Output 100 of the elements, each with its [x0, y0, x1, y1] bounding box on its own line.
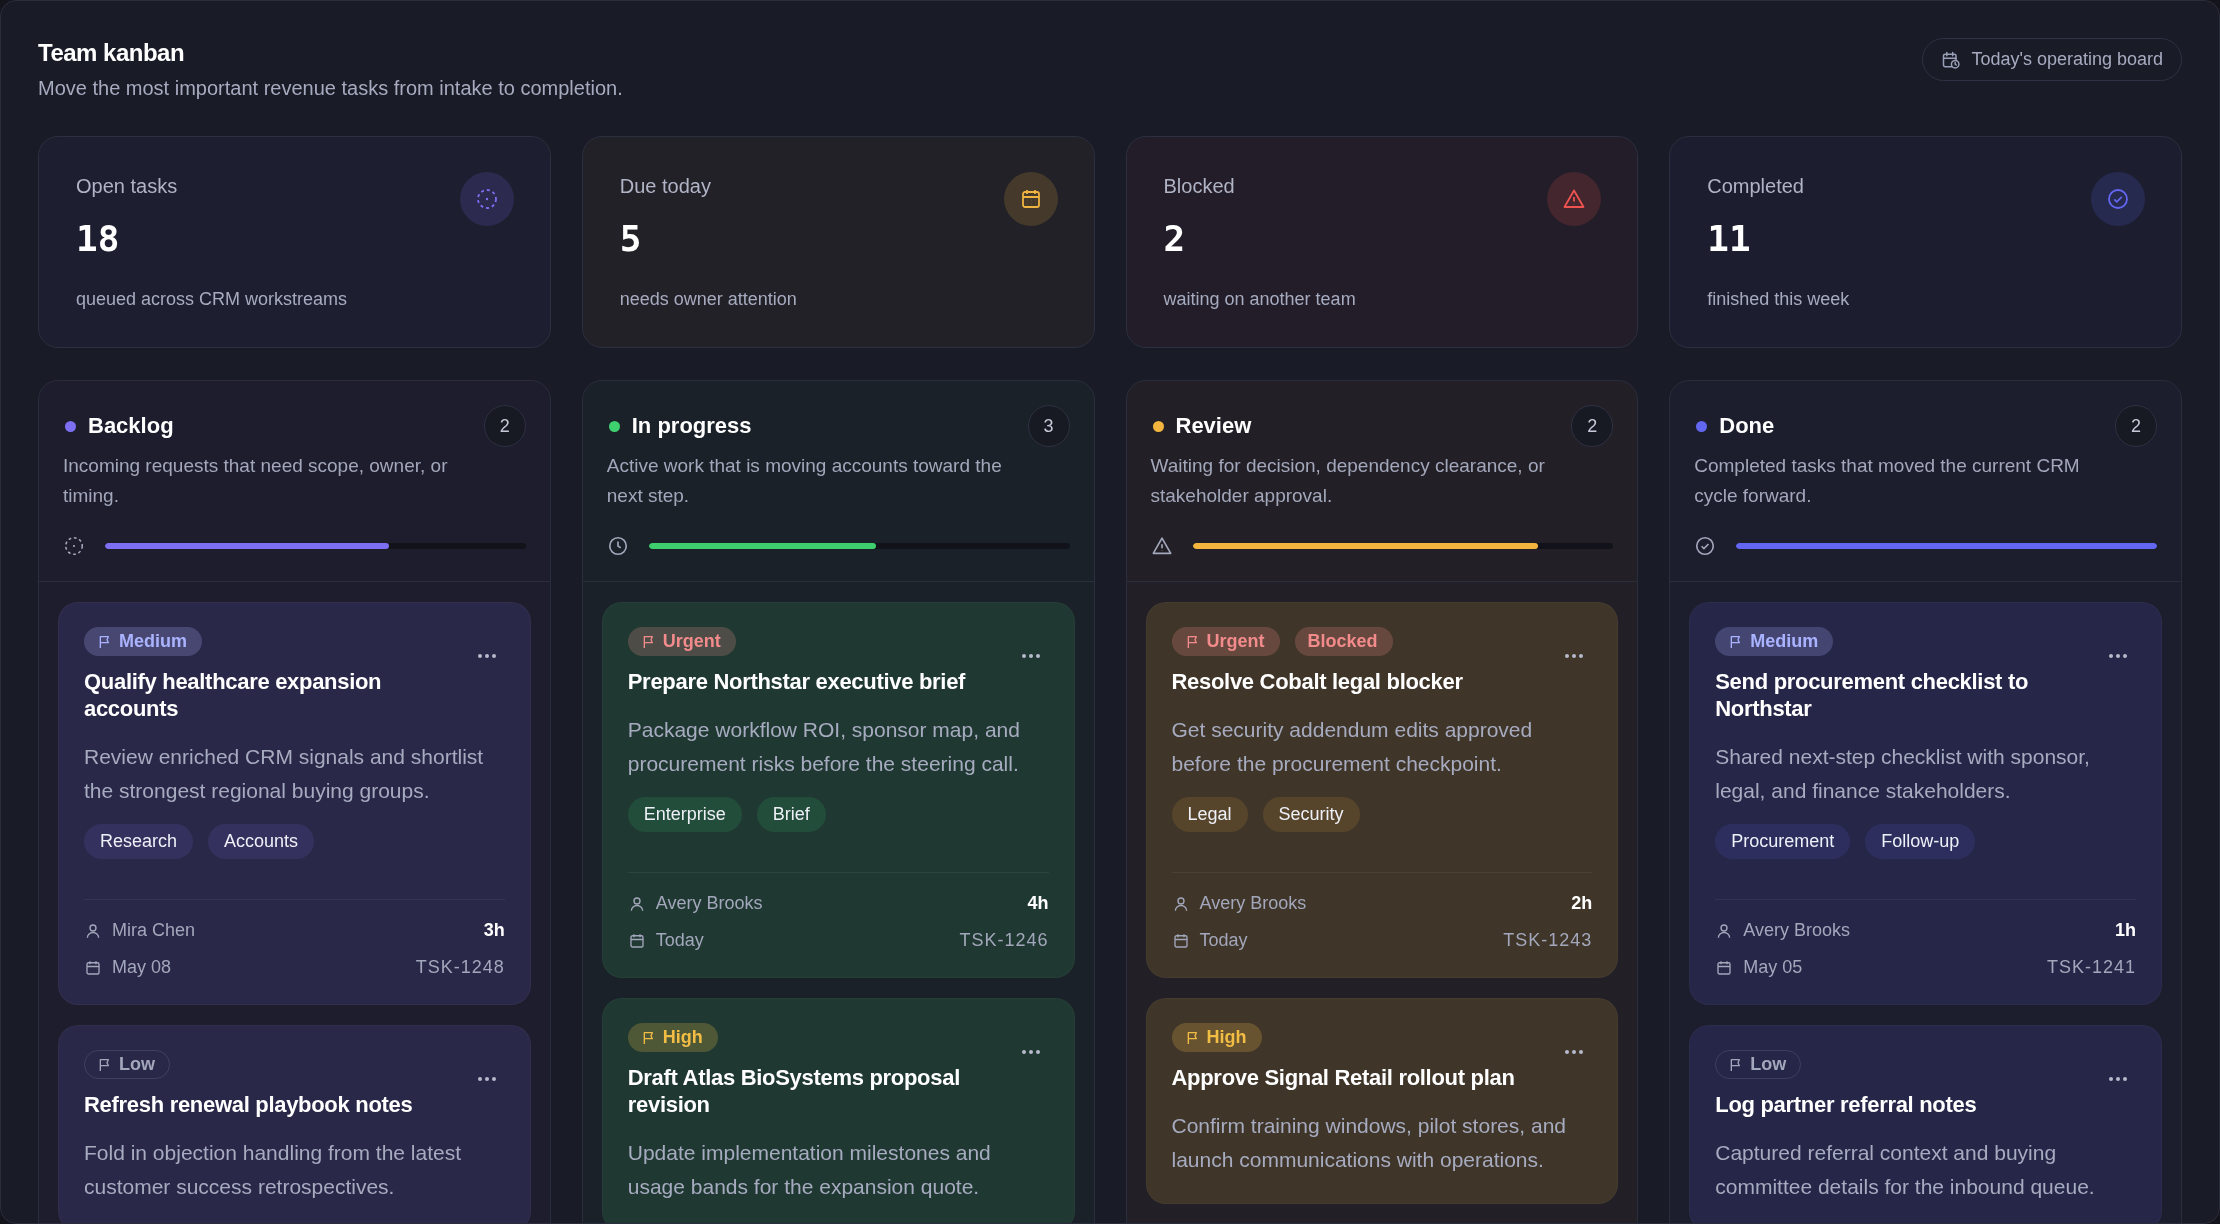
task-tag: Brief	[756, 797, 826, 832]
task-title: Resolve Cobalt legal blocker	[1171, 668, 1464, 695]
due-date: May 05	[1743, 957, 1803, 978]
due-date: Today	[655, 930, 704, 951]
task-card[interactable]: Low Refresh renewal playbook notes Fold in objection handling from the latest customer success retrospectives.	[58, 1025, 531, 1223]
task-id: TSK-1248	[415, 957, 505, 978]
calendar-icon	[1715, 958, 1734, 977]
stat-caption: needs owner attention	[619, 289, 797, 310]
column-description: Completed tasks that moved the current CRM cycle forward.	[1694, 454, 2081, 508]
task-tag: Accounts	[208, 824, 315, 859]
ellipsis-icon	[476, 653, 497, 659]
calendar-icon	[1171, 931, 1190, 950]
task-card[interactable]: High Draft Atlas BioSystems proposal revision Update implementation milestones and usage bands for the expansion quote.	[601, 998, 1075, 1223]
column-title: Review	[1175, 413, 1253, 439]
badge-label: High	[662, 1027, 703, 1048]
calendar-clock-icon	[1941, 49, 1962, 70]
task-title: Qualify healthcare expansion accounts	[84, 668, 383, 722]
task-card[interactable]: Medium Send procurement checklist to Northstar Shared next-step checklist with sponsor, legal, and finance stakeholders. Procurement Follow-up Avery Brooks 1h May 05 TSK-1241	[1689, 602, 2162, 1005]
stat-label: Due today	[619, 175, 712, 198]
task-title: Send procurement checklist to Northstar	[1715, 668, 2030, 722]
task-card[interactable]: High Approve Signal Retail rollout plan Confirm training windows, pilot stores, and launch communications with operations.	[1145, 998, 1619, 1204]
task-description: Package workflow ROI, sponsor map, and procurement risks before the steering call.	[627, 717, 1021, 777]
task-description: Shared next-step checklist with sponsor, legal, and finance stakeholders.	[1715, 744, 2091, 804]
due-date: May 08	[112, 957, 172, 978]
task-card[interactable]: Urgent Prepare Northstar executive brief Package workflow ROI, sponsor map, and procurement risks before the steering call. Enterprise Brief Avery Brooks 4h Today TSK-1246	[601, 602, 1075, 978]
stat-label: Blocked	[1163, 175, 1236, 198]
badge-label: Urgent	[662, 631, 721, 652]
check-circle-icon	[1694, 535, 1717, 557]
dashed-circle-icon	[474, 187, 499, 211]
task-id: TSK-1243	[1503, 930, 1593, 951]
stat-caption: queued across CRM workstreams	[76, 289, 348, 310]
badge-label: Medium	[119, 631, 187, 652]
task-count: 2	[1571, 405, 1614, 447]
task-card[interactable]: Low Log partner referral notes Captured referral context and buying committee details for the inbound queue.	[1689, 1025, 2162, 1223]
task-tag: Security	[1262, 797, 1360, 832]
task-description: Get security addendum edits approved before the procurement checkpoint.	[1171, 717, 1534, 777]
time-estimate: 2h	[1571, 893, 1593, 914]
assignee-name: Avery Brooks	[1743, 920, 1850, 941]
badge-label: Low	[1750, 1054, 1787, 1075]
task-title: Log partner referral notes	[1715, 1091, 1978, 1118]
check-circle-icon	[2106, 187, 2130, 211]
column-description: Active work that is moving accounts toward the next step.	[606, 454, 1003, 508]
ellipsis-icon	[1020, 1049, 1041, 1055]
ellipsis-icon	[2108, 1076, 2128, 1082]
page-title: Team kanban	[38, 39, 186, 67]
task-id: TSK-1246	[959, 930, 1049, 951]
dashed-circle-icon	[63, 535, 85, 557]
task-count: 3	[1027, 405, 1070, 447]
column-description: Waiting for decision, dependency clearance, or stakeholder approval.	[1150, 454, 1546, 508]
stat-caption: finished this week	[1707, 289, 1850, 310]
badge-label: High	[1206, 1027, 1247, 1048]
time-estimate: 1h	[2115, 920, 2136, 941]
task-tag: Follow-up	[1865, 824, 1976, 859]
column-description: Incoming requests that need scope, owner, or timing.	[63, 454, 449, 508]
task-title: Approve Signal Retail rollout plan	[1171, 1064, 1516, 1091]
warning-icon	[1150, 535, 1173, 557]
clock-icon	[606, 535, 629, 557]
task-id: TSK-1241	[2046, 957, 2136, 978]
assignee-name: Avery Brooks	[1199, 893, 1307, 914]
task-description: Captured referral context and buying committee details for the inbound queue.	[1715, 1140, 2096, 1200]
task-count: 2	[2115, 405, 2157, 447]
stat-value: 11	[1707, 218, 1752, 259]
task-tag: Procurement	[1715, 824, 1851, 859]
assignee-name: Mira Chen	[112, 920, 196, 941]
stat-value: 18	[76, 218, 121, 259]
ellipsis-icon	[476, 1076, 497, 1082]
task-card[interactable]: Urgent Blocked Resolve Cobalt legal blocker Get security addendum edits approved before the procurement checkpoint. Legal Security Avery Brooks 2h Today TSK-1243	[1145, 602, 1619, 978]
badge-label: Urgent	[1206, 631, 1265, 652]
ellipsis-icon	[1564, 1049, 1585, 1055]
column-title: Done	[1719, 413, 1776, 439]
ellipsis-icon	[2108, 653, 2128, 659]
task-title: Draft Atlas BioSystems proposal revision	[627, 1064, 961, 1118]
task-description: Review enriched CRM signals and shortlist the strongest regional buying groups.	[84, 744, 485, 804]
person-icon	[84, 921, 102, 940]
warning-icon	[1562, 187, 1587, 211]
calendar-icon	[627, 931, 646, 950]
column-title: In progress	[631, 413, 753, 439]
badge-label: Low	[119, 1054, 155, 1075]
due-date: Today	[1199, 930, 1248, 951]
ellipsis-icon	[1020, 653, 1041, 659]
task-description: Confirm training windows, pilot stores, and launch communications with operations.	[1171, 1113, 1567, 1173]
task-description: Update implementation milestones and usage bands for the expansion quote.	[627, 1140, 992, 1200]
stat-label: Open tasks	[76, 175, 179, 198]
task-tag: Enterprise	[627, 797, 742, 832]
assignee-name: Avery Brooks	[655, 893, 763, 914]
badge-label: Blocked	[1307, 631, 1378, 652]
calendar-icon	[84, 958, 102, 977]
time-estimate: 3h	[483, 920, 505, 941]
task-tag: Legal	[1171, 797, 1248, 832]
time-estimate: 4h	[1027, 893, 1049, 914]
stat-caption: waiting on another team	[1163, 289, 1356, 310]
task-title: Prepare Northstar executive brief	[627, 668, 967, 695]
ellipsis-icon	[1564, 653, 1585, 659]
stat-value: 5	[619, 218, 643, 259]
page-subtitle: Move the most important revenue tasks from intake to completion.	[38, 77, 623, 100]
stat-value: 2	[1163, 218, 1187, 259]
stat-label: Completed	[1707, 175, 1805, 198]
task-card[interactable]: Medium Qualify healthcare expansion accounts Review enriched CRM signals and shortlist the strongest regional buying groups. Research Accounts Mira Chen 3h May 08 TSK-1248	[58, 602, 531, 1005]
task-description: Fold in objection handling from the latest customer success retrospectives.	[84, 1140, 463, 1200]
badge-label: Medium	[1750, 631, 1819, 652]
